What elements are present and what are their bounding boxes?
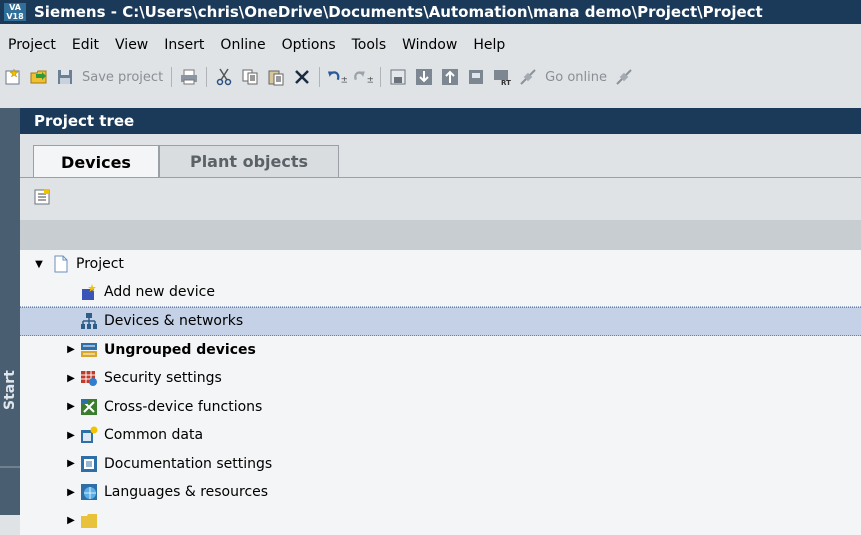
menu-view[interactable]: View	[107, 37, 156, 53]
project-tree-header: Project tree	[20, 108, 861, 134]
start-label: Start	[2, 378, 18, 410]
tab-plant-objects[interactable]: Plant objects	[159, 145, 339, 177]
go-online-button[interactable]: Go online	[545, 70, 607, 85]
cross-device-icon	[80, 398, 98, 416]
tree-item-label: Languages & resources	[104, 484, 268, 500]
tree-item-project[interactable]: ▼ Project	[20, 250, 861, 279]
expand-arrow-icon[interactable]: ▶	[62, 487, 80, 497]
tree-item-cross-device-functions[interactable]: ▶ Cross-device functions	[20, 393, 861, 422]
svg-text:RT: RT	[501, 79, 511, 86]
svg-text:±: ±	[341, 75, 347, 85]
menu-options[interactable]: Options	[274, 37, 344, 53]
toolbar: Save project ± ± RT Go online	[0, 62, 861, 92]
expand-arrow-icon[interactable]: ▶	[62, 345, 80, 355]
undo-icon[interactable]: ±	[327, 67, 347, 87]
paste-icon[interactable]	[266, 67, 286, 87]
tree-item-label: Project	[76, 256, 124, 272]
collapse-arrow-icon[interactable]: ▼	[34, 259, 44, 269]
menu-online[interactable]: Online	[212, 37, 273, 53]
folder-icon	[80, 512, 98, 530]
simulation-icon[interactable]	[466, 67, 486, 87]
tree-item-languages-resources[interactable]: ▶ Languages & resources	[20, 478, 861, 507]
tree-item-label: Common data	[104, 427, 203, 443]
project-tree-panel: Devices Plant objects ▼ Project Add new …	[20, 134, 861, 515]
window-title: Siemens - C:\Users\chris\OneDrive\Docume…	[34, 3, 763, 21]
tree-item-security-settings[interactable]: ▶ Security settings	[20, 364, 861, 393]
documentation-icon	[80, 455, 98, 473]
delete-icon[interactable]	[292, 67, 312, 87]
ungrouped-devices-icon	[80, 341, 98, 359]
go-offline-icon[interactable]	[614, 67, 634, 87]
expand-arrow-icon[interactable]: ▶	[62, 402, 80, 412]
tree-item-label: Ungrouped devices	[104, 342, 256, 358]
menu-edit[interactable]: Edit	[64, 37, 107, 53]
overview-icon[interactable]	[33, 188, 51, 206]
tree-item-label: Documentation settings	[104, 456, 272, 472]
start-sidebar[interactable]: Start	[0, 108, 20, 515]
tree-item-add-new-device[interactable]: Add new device	[20, 279, 861, 308]
tree-item-label: Add new device	[104, 284, 215, 300]
print-icon[interactable]	[179, 67, 199, 87]
tree-header-band	[20, 220, 861, 250]
toolbar-separator	[206, 67, 207, 87]
project-tree: ▼ Project Add new device Devices & netwo…	[20, 250, 861, 535]
toolbar-separator	[319, 67, 320, 87]
menu-bar: Project Edit View Insert Online Options …	[0, 34, 861, 56]
title-bar: VA V18 Siemens - C:\Users\chris\OneDrive…	[0, 0, 861, 24]
menu-insert[interactable]: Insert	[156, 37, 212, 53]
tree-item-partial[interactable]: ▶	[20, 507, 861, 535]
save-icon[interactable]	[55, 67, 75, 87]
toolbar-separator	[380, 67, 381, 87]
project-tree-title: Project tree	[34, 112, 134, 130]
tab-underline	[20, 177, 861, 178]
runtime-icon[interactable]: RT	[492, 67, 512, 87]
menu-project[interactable]: Project	[0, 37, 64, 53]
tree-item-label: Cross-device functions	[104, 399, 262, 415]
expand-arrow-icon[interactable]: ▶	[62, 373, 80, 383]
menu-help[interactable]: Help	[465, 37, 513, 53]
copy-icon[interactable]	[240, 67, 260, 87]
add-device-icon	[80, 283, 98, 301]
save-project-button[interactable]: Save project	[82, 70, 163, 85]
sidebar-divider	[0, 466, 20, 468]
project-icon	[52, 255, 70, 273]
tab-strip: Devices Plant objects	[33, 145, 339, 178]
tree-item-label: Security settings	[104, 370, 222, 386]
security-icon	[80, 369, 98, 387]
expand-arrow-icon[interactable]: ▶	[62, 430, 80, 440]
open-project-icon[interactable]	[29, 67, 49, 87]
new-project-icon[interactable]	[3, 67, 23, 87]
svg-text:±: ±	[367, 75, 373, 85]
tree-item-label: Devices & networks	[104, 313, 243, 329]
expand-arrow-icon[interactable]: ▶	[62, 459, 80, 469]
languages-icon	[80, 483, 98, 501]
menu-tools[interactable]: Tools	[344, 37, 395, 53]
common-data-icon	[80, 426, 98, 444]
app-logo-icon: VA V18	[4, 3, 26, 21]
redo-icon[interactable]: ±	[353, 67, 373, 87]
toolbar-separator	[171, 67, 172, 87]
network-icon	[80, 312, 98, 330]
upload-from-device-icon[interactable]	[440, 67, 460, 87]
compile-icon[interactable]	[388, 67, 408, 87]
tree-item-documentation-settings[interactable]: ▶ Documentation settings	[20, 450, 861, 479]
download-to-device-icon[interactable]	[414, 67, 434, 87]
tab-devices[interactable]: Devices	[33, 145, 159, 178]
go-online-icon[interactable]	[518, 67, 538, 87]
expand-arrow-icon[interactable]: ▶	[62, 516, 80, 526]
tree-item-common-data[interactable]: ▶ Common data	[20, 421, 861, 450]
tree-item-devices-networks[interactable]: Devices & networks	[20, 307, 861, 336]
cut-icon[interactable]	[214, 67, 234, 87]
menu-window[interactable]: Window	[394, 37, 465, 53]
tree-item-ungrouped-devices[interactable]: ▶ Ungrouped devices	[20, 336, 861, 365]
